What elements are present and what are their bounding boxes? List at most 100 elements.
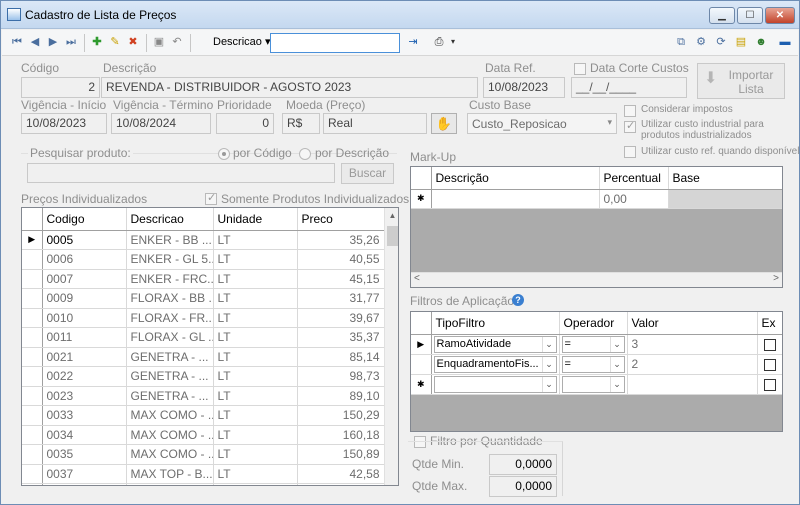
table-cell[interactable]: 150,29 bbox=[297, 405, 385, 426]
table-row[interactable]: 0011 FLORAX - GL ... LT 35,37 bbox=[22, 327, 385, 348]
table-row[interactable]: 0022 GENETRA - ... LT 98,73 bbox=[22, 366, 385, 387]
table-cell[interactable]: 0005 bbox=[42, 230, 127, 250]
table-cell[interactable]: LT bbox=[213, 230, 298, 250]
pesquisar-input[interactable] bbox=[27, 163, 335, 183]
table-cell[interactable]: LT bbox=[213, 269, 298, 289]
print-dropdown-icon[interactable]: ▾ bbox=[446, 35, 460, 49]
col-tipofiltro[interactable]: TipoFiltro bbox=[431, 312, 560, 335]
table-cell[interactable]: 89,10 bbox=[297, 386, 385, 406]
table-cell[interactable]: 98,73 bbox=[297, 366, 385, 387]
table-cell[interactable]: MAX COMO - ... bbox=[126, 405, 214, 426]
table-cell[interactable]: 0037 bbox=[42, 464, 127, 484]
row-header[interactable] bbox=[22, 386, 43, 406]
qtde-min-field[interactable]: 0,0000 bbox=[489, 454, 557, 475]
operador-select[interactable]: = ⌄ bbox=[561, 335, 625, 353]
somente-individualizados-checkbox[interactable] bbox=[205, 191, 217, 205]
table-row[interactable]: 0033 MAX COMO - ... LT 150,29 bbox=[22, 405, 385, 426]
table-cell[interactable]: LT bbox=[213, 327, 298, 348]
por-codigo-radio[interactable] bbox=[218, 148, 230, 160]
table-cell[interactable]: MAX COMO - ... bbox=[126, 444, 214, 465]
table-cell[interactable]: 160,18 bbox=[297, 425, 385, 445]
row-header[interactable] bbox=[22, 347, 43, 367]
table-cell[interactable]: 0035 bbox=[42, 444, 127, 465]
custo-ref-checkbox[interactable] bbox=[624, 146, 636, 158]
table-cell[interactable]: LT bbox=[213, 425, 298, 445]
vigencia-inicio-field[interactable]: 10/08/2023 bbox=[21, 113, 107, 134]
ex-cell[interactable] bbox=[757, 334, 782, 355]
row-header[interactable] bbox=[22, 366, 43, 387]
table-cell[interactable]: MAX TOP - F... bbox=[126, 483, 214, 485]
importar-lista-button[interactable]: ⬇ Importar Lista bbox=[697, 63, 785, 99]
table-cell[interactable]: LT bbox=[213, 249, 298, 270]
table-row[interactable]: 0006 ENKER - GL 5... LT 40,55 bbox=[22, 249, 385, 270]
table-cell[interactable]: 0011 bbox=[42, 327, 127, 348]
table-row[interactable]: 0010 FLORAX - FR... LT 39,67 bbox=[22, 308, 385, 328]
new-row-marker[interactable]: ✱ bbox=[411, 374, 432, 395]
custo-base-select[interactable]: Custo_Reposicao ▾ bbox=[467, 113, 617, 134]
table-row[interactable]: 0009 FLORAX - BB ... LT 31,77 bbox=[22, 288, 385, 309]
col-valor[interactable]: Valor bbox=[627, 312, 758, 335]
table-cell[interactable]: ENKER - GL 5... bbox=[126, 249, 214, 270]
table-row[interactable]: EnquadramentoFis... ⌄ = ⌄ 2 bbox=[411, 354, 782, 375]
print-icon[interactable]: ⎙ bbox=[432, 35, 446, 49]
valor-cell[interactable]: 3 bbox=[627, 334, 758, 355]
table-cell[interactable]: 0021 bbox=[42, 347, 127, 367]
table-row[interactable]: 0023 GENETRA - ... LT 89,10 bbox=[22, 386, 385, 406]
table-cell[interactable]: LT bbox=[213, 347, 298, 367]
markup-cell[interactable] bbox=[668, 189, 782, 209]
help-icon[interactable]: ? bbox=[512, 294, 524, 306]
export-icon[interactable]: ▤ bbox=[734, 35, 748, 49]
filtros-grid[interactable]: TipoFiltro Operador Valor Ex ▶ RamoAtivid… bbox=[410, 311, 783, 432]
ex-checkbox[interactable] bbox=[763, 358, 776, 371]
table-cell[interactable]: 0010 bbox=[42, 308, 127, 328]
row-header[interactable] bbox=[22, 249, 43, 270]
table-cell[interactable]: 31,77 bbox=[297, 288, 385, 309]
codigo-field[interactable]: 2 bbox=[21, 77, 100, 98]
col-unidade[interactable]: Unidade bbox=[213, 208, 298, 231]
search-input[interactable] bbox=[270, 33, 400, 53]
current-row-marker[interactable]: ▶ bbox=[22, 230, 43, 250]
table-cell[interactable]: 0038 bbox=[42, 483, 127, 485]
col-markup-percentual[interactable]: Percentual bbox=[599, 167, 669, 190]
data-corte-checkbox[interactable] bbox=[574, 63, 586, 75]
table-cell[interactable]: FLORAX - BB ... bbox=[126, 288, 214, 309]
table-cell[interactable]: 35,26 bbox=[297, 230, 385, 250]
custo-industrial-checkbox[interactable] bbox=[624, 119, 636, 133]
table-cell[interactable]: 0009 bbox=[42, 288, 127, 309]
row-header[interactable] bbox=[22, 444, 43, 465]
table-cell[interactable]: 35,37 bbox=[297, 327, 385, 348]
row-header[interactable] bbox=[22, 405, 43, 426]
operador-select[interactable]: = ⌄ bbox=[561, 355, 625, 373]
delete-icon[interactable]: ✖ bbox=[126, 35, 140, 49]
filtro-combo-cell[interactable]: ⌄ bbox=[431, 374, 560, 395]
col-preco[interactable]: Preco bbox=[297, 208, 385, 231]
tipofiltro-select[interactable]: EnquadramentoFis... ⌄ bbox=[433, 355, 557, 373]
filtro-combo-cell[interactable]: EnquadramentoFis... ⌄ bbox=[431, 354, 560, 375]
markup-new-row[interactable]: ✱ 0,00 bbox=[411, 189, 782, 209]
col-descricao[interactable]: Descricao bbox=[126, 208, 214, 231]
moeda-name-field[interactable]: Real bbox=[323, 113, 427, 134]
row-header[interactable] bbox=[22, 327, 43, 348]
moeda-lookup-button[interactable]: ✋ bbox=[431, 113, 457, 134]
data-ref-field[interactable]: 10/08/2023 bbox=[483, 77, 565, 98]
table-cell[interactable]: 42,58 bbox=[297, 464, 385, 484]
table-cell[interactable]: 0006 bbox=[42, 249, 127, 270]
table-row[interactable]: 0021 GENETRA - ... LT 85,14 bbox=[22, 347, 385, 367]
table-cell[interactable]: 50,35 bbox=[297, 483, 385, 485]
col-markup-base[interactable]: Base bbox=[668, 167, 782, 190]
markup-cell[interactable]: 0,00 bbox=[599, 189, 669, 209]
markup-horizontal-scrollbar[interactable]: < > bbox=[411, 272, 782, 287]
previous-record-icon[interactable]: ◀ bbox=[28, 35, 42, 49]
table-cell[interactable]: LT bbox=[213, 483, 298, 485]
col-ex[interactable]: Ex bbox=[757, 312, 782, 335]
row-header[interactable] bbox=[411, 354, 432, 375]
current-row-marker[interactable]: ▶ bbox=[411, 334, 432, 355]
table-cell[interactable]: ENKER - BB ... bbox=[126, 230, 214, 250]
table-cell[interactable]: 39,67 bbox=[297, 308, 385, 328]
table-row[interactable]: ✱ ⌄ ⌄ bbox=[411, 374, 782, 395]
table-row[interactable]: 0038MAX TOP - F...LT50,35 bbox=[22, 483, 385, 485]
table-cell[interactable]: LT bbox=[213, 366, 298, 387]
last-record-icon[interactable]: ⏭ bbox=[64, 35, 78, 49]
close-button[interactable]: ✕ bbox=[765, 7, 795, 24]
considerar-impostos-checkbox[interactable] bbox=[624, 105, 636, 117]
